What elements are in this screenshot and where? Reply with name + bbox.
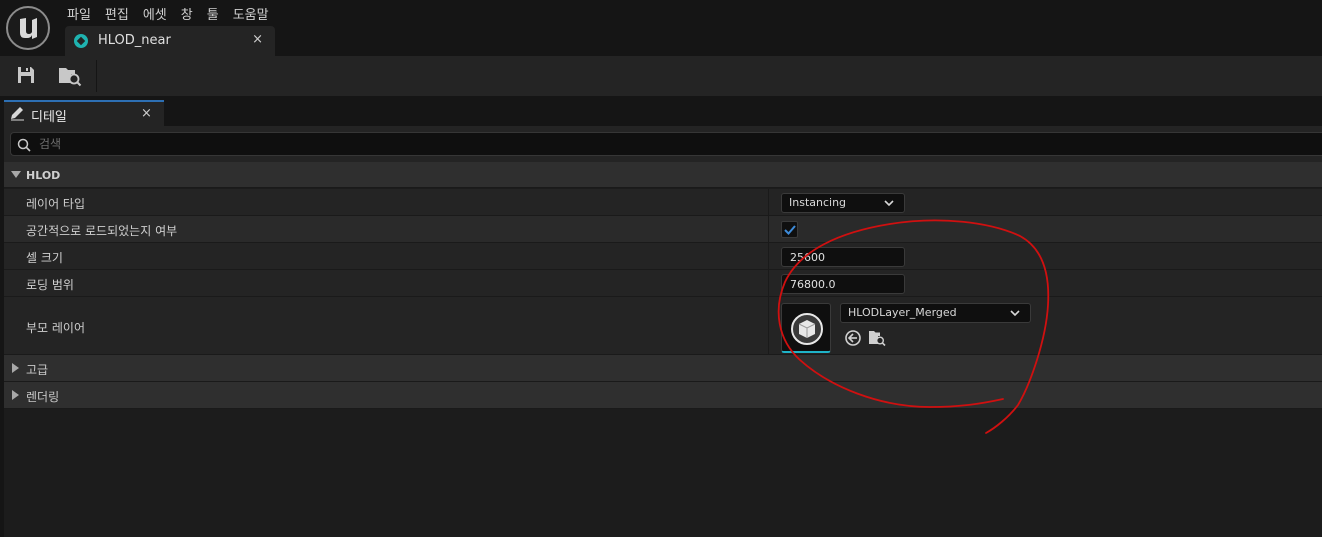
loading-range-label: 로딩 범위 [26, 278, 74, 292]
browse-to-asset-button[interactable] [58, 65, 82, 87]
use-selected-arrow-icon [845, 330, 861, 346]
pencil-icon [11, 107, 24, 121]
column-divider[interactable] [768, 216, 769, 242]
category-rendering-label: 렌더링 [26, 390, 60, 404]
category-rendering[interactable]: 렌더링 [4, 382, 1322, 409]
column-divider[interactable] [768, 189, 769, 215]
panel-tab-strip: 디테일 × [0, 96, 1322, 126]
menu-asset[interactable]: 에셋 [136, 2, 174, 24]
close-details-button[interactable]: × [141, 106, 152, 121]
menu-edit[interactable]: 편집 [98, 2, 136, 24]
property-row-spatially-loaded: 공간적으로 로드되었는지 여부 [4, 216, 1322, 243]
chevron-down-icon [884, 200, 894, 207]
collapse-arrow-icon [12, 390, 19, 400]
category-hlod-label: HLOD [26, 169, 61, 182]
menu-window[interactable]: 창 [174, 2, 200, 24]
category-advanced[interactable]: 고급 [4, 355, 1322, 382]
document-tab[interactable]: HLOD_near × [65, 26, 275, 56]
column-divider[interactable] [768, 270, 769, 296]
details-tab-label: 디테일 [31, 110, 67, 125]
spatially-loaded-label: 공간적으로 로드되었는지 여부 [26, 224, 178, 238]
menu-bar: 파일 편집 에셋 창 툴 도움말 [60, 2, 276, 24]
layer-type-value: Instancing [789, 196, 847, 209]
column-divider[interactable] [768, 243, 769, 269]
layer-type-dropdown[interactable]: Instancing [781, 193, 905, 213]
document-tab-label: HLOD_near [98, 33, 171, 48]
parent-layer-thumbnail[interactable] [781, 303, 831, 353]
property-row-layer-type: 레이어 타입 Instancing [4, 189, 1322, 216]
loading-range-input[interactable] [781, 274, 905, 294]
close-tab-button[interactable]: × [252, 32, 263, 47]
menu-tools[interactable]: 툴 [200, 2, 226, 24]
property-row-cell-size: 셀 크기 [4, 243, 1322, 270]
save-icon [18, 67, 34, 83]
search-input[interactable] [39, 135, 439, 153]
cell-size-label: 셀 크기 [26, 251, 63, 265]
parent-layer-dropdown[interactable]: HLODLayer_Merged [840, 303, 1031, 323]
browse-asset-button[interactable] [868, 329, 886, 347]
browse-folder-icon [59, 68, 82, 87]
checkmark-icon [784, 225, 796, 235]
property-row-parent-layer: 부모 레이어 HLODLayer_Merged [4, 297, 1322, 355]
chevron-down-icon [1010, 310, 1020, 317]
collapse-arrow-icon [12, 363, 19, 373]
parent-layer-value: HLODLayer_Merged [848, 306, 957, 319]
details-panel: HLOD 레이어 타입 Instancing 공간적으로 로드되었는지 여부 셀… [4, 126, 1322, 537]
browse-folder-icon [869, 331, 886, 347]
save-button[interactable] [16, 65, 38, 87]
title-bar: 파일 편집 에셋 창 툴 도움말 HLOD_near × [0, 0, 1322, 56]
use-selected-asset-button[interactable] [844, 329, 862, 347]
unreal-logo-icon[interactable] [6, 6, 50, 50]
cell-size-input[interactable] [781, 247, 905, 267]
search-icon [17, 138, 31, 152]
parent-layer-label: 부모 레이어 [26, 321, 86, 335]
cube-asset-icon [791, 313, 823, 345]
details-tab[interactable]: 디테일 × [4, 100, 164, 126]
hlod-layer-icon [74, 34, 88, 48]
spatially-loaded-checkbox[interactable] [781, 221, 798, 238]
search-box [10, 132, 1322, 156]
menu-help[interactable]: 도움말 [226, 2, 276, 24]
expand-arrow-icon [11, 171, 21, 178]
menu-file[interactable]: 파일 [60, 2, 98, 24]
toolbar [0, 56, 1322, 96]
search-row [4, 126, 1322, 162]
property-row-loading-range: 로딩 범위 [4, 270, 1322, 297]
column-divider[interactable] [768, 297, 769, 354]
layer-type-label: 레이어 타입 [26, 197, 86, 211]
toolbar-separator [96, 60, 97, 92]
category-advanced-label: 고급 [26, 363, 49, 377]
category-hlod[interactable]: HLOD [4, 162, 1322, 188]
